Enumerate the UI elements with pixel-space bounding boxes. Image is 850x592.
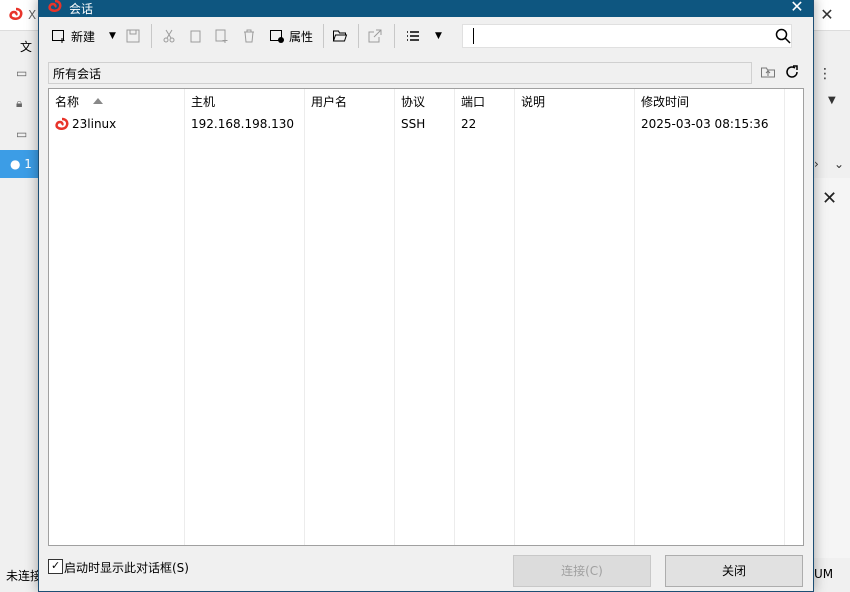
export-button[interactable]	[367, 24, 383, 48]
copy-button[interactable]	[187, 24, 203, 48]
background-status-num: UM	[814, 567, 834, 581]
column-divider	[454, 89, 515, 545]
close-button[interactable]: 关闭	[665, 555, 803, 587]
folder-open-icon	[332, 30, 348, 42]
paste-icon	[215, 29, 228, 43]
search-input[interactable]	[462, 24, 792, 48]
background-tab-next-icon[interactable]: ›	[814, 157, 819, 171]
session-name: 23linux	[72, 117, 117, 131]
session-protocol: SSH	[401, 117, 426, 131]
column-divider	[634, 89, 785, 545]
background-tab-dropdown-icon[interactable]: ⌄	[834, 157, 844, 171]
column-header-modified[interactable]: 修改时间	[641, 93, 689, 110]
background-more-icon[interactable]: ⋮	[818, 66, 832, 82]
toolbar-separator	[394, 24, 395, 48]
breadcrumb[interactable]: 所有会话	[48, 62, 752, 84]
breadcrumb-label: 所有会话	[53, 67, 102, 81]
delete-button[interactable]	[241, 24, 257, 48]
new-session-dropdown-icon[interactable]: ▼	[109, 24, 116, 48]
background-lock-icon[interactable]: 🔒︎	[16, 96, 22, 111]
new-session-button[interactable]: 新建	[51, 24, 95, 48]
list-view-icon	[407, 31, 419, 41]
toolbar-separator	[358, 24, 359, 48]
sort-ascending-icon	[93, 98, 103, 104]
properties-icon	[270, 30, 284, 43]
dialog-title: 会话	[69, 2, 94, 16]
background-panel-close-icon[interactable]: ✕	[822, 188, 837, 209]
text-caret	[473, 28, 474, 44]
trash-icon	[244, 29, 254, 43]
folder-up-icon[interactable]	[760, 64, 776, 80]
cut-button[interactable]	[161, 24, 177, 48]
background-new-session-icon[interactable]: ▭	[16, 66, 27, 80]
search-icon[interactable]	[775, 28, 791, 44]
properties-button[interactable]: 属性	[269, 24, 313, 48]
toolbar-separator	[151, 24, 152, 48]
session-icon	[55, 117, 69, 130]
column-divider	[184, 89, 305, 545]
new-session-label: 新建	[71, 29, 96, 44]
session-host: 192.168.198.130	[191, 117, 295, 131]
column-header-username[interactable]: 用户名	[311, 93, 347, 110]
xshell-logo-icon	[9, 7, 23, 20]
cut-icon	[163, 29, 175, 43]
background-session-tab-label: ● 1	[10, 157, 32, 171]
refresh-icon[interactable]	[784, 64, 800, 80]
column-header-name[interactable]: 名称	[55, 93, 79, 110]
background-compose-icon[interactable]: ▭	[16, 127, 27, 141]
view-list-button[interactable]	[405, 24, 421, 48]
properties-label: 属性	[289, 29, 314, 44]
copy-icon	[190, 30, 201, 43]
open-folder-button[interactable]	[332, 24, 348, 48]
column-header-description[interactable]: 说明	[521, 93, 545, 110]
session-port: 22	[461, 117, 477, 131]
column-divider	[49, 89, 185, 545]
column-divider	[304, 89, 395, 545]
dialog-title-bar: 会话 ✕	[39, 0, 813, 17]
show-on-startup-label[interactable]: 启动时显示此对话框(S)	[64, 559, 189, 576]
paste-button[interactable]	[213, 24, 229, 48]
table-row[interactable]: 23linux 192.168.198.130 SSH 22 2025-03-0…	[49, 115, 803, 135]
save-button[interactable]	[125, 24, 141, 48]
show-on-startup-checkbox[interactable]: ✓	[48, 559, 63, 574]
background-dropdown-icon[interactable]: ▼	[828, 95, 836, 106]
background-status-text: 未连接	[6, 569, 43, 583]
column-header-host[interactable]: 主机	[191, 93, 215, 110]
sessions-dialog: 会话 ✕ 新建 ▼ 属性 ▼ 所有会话 名称 主机 用户名 协议 端口 说明 修…	[38, 0, 814, 592]
background-menu-file[interactable]: 文	[20, 38, 32, 55]
xshell-logo-icon	[48, 0, 62, 12]
toolbar-separator	[323, 24, 324, 48]
connect-button[interactable]: 连接(C)	[513, 555, 651, 587]
column-divider	[514, 89, 635, 545]
background-close-icon[interactable]: ✕	[816, 4, 838, 26]
dialog-close-icon[interactable]: ✕	[785, 0, 809, 17]
column-header-port[interactable]: 端口	[461, 93, 485, 110]
checkmark-icon: ✓	[51, 559, 61, 572]
background-side-panel	[812, 178, 850, 558]
column-header-protocol[interactable]: 协议	[401, 93, 425, 110]
new-session-icon	[52, 30, 65, 43]
table-header: 名称 主机 用户名 协议 端口 说明 修改时间	[49, 89, 803, 111]
session-modified: 2025-03-03 08:15:36	[641, 117, 769, 131]
column-divider	[394, 89, 455, 545]
background-title-text: X	[28, 8, 37, 22]
sessions-table: 名称 主机 用户名 协议 端口 说明 修改时间 23linux 192.168.…	[48, 88, 804, 546]
save-icon	[126, 29, 140, 43]
view-dropdown-icon[interactable]: ▼	[435, 24, 442, 48]
export-icon	[368, 29, 382, 43]
